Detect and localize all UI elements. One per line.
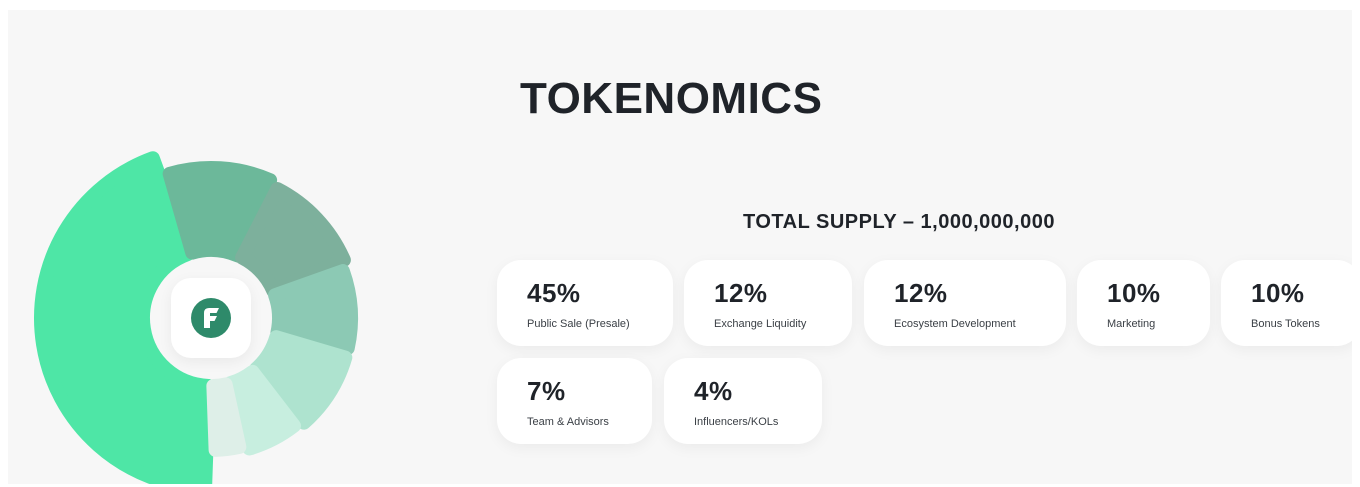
allocation-card: 12% Exchange Liquidity bbox=[684, 260, 852, 346]
brand-f-logo-icon bbox=[191, 298, 231, 338]
allocation-label: Public Sale (Presale) bbox=[527, 318, 630, 330]
total-supply: TOTAL SUPPLY – 1,000,000,000 bbox=[743, 211, 1055, 233]
allocation-percent: 7% bbox=[527, 376, 566, 406]
allocation-percent: 10% bbox=[1107, 278, 1161, 308]
allocation-card: 12% Ecosystem Development bbox=[864, 260, 1066, 346]
allocation-label: Bonus Tokens bbox=[1251, 318, 1320, 330]
allocation-card: 7% Team & Advisors bbox=[497, 358, 652, 444]
allocation-label: Team & Advisors bbox=[527, 416, 609, 428]
allocation-label: Marketing bbox=[1107, 318, 1156, 330]
allocation-label: Ecosystem Development bbox=[894, 318, 1016, 330]
allocation-card: 4% Influencers/KOLs bbox=[664, 358, 822, 444]
allocation-percent: 10% bbox=[1251, 278, 1305, 308]
tokenomics-donut-chart bbox=[34, 151, 358, 484]
tokenomics-section: TOKENOMICS TOTAL SUPPLY – 1,000,000,000 … bbox=[8, 10, 1352, 484]
allocation-card: 10% Bonus Tokens bbox=[1221, 260, 1352, 346]
allocation-percent: 45% bbox=[527, 278, 581, 308]
allocation-percent: 12% bbox=[714, 278, 768, 308]
allocation-percent: 12% bbox=[894, 278, 948, 308]
allocation-percent: 4% bbox=[694, 376, 733, 406]
allocation-card: 10% Marketing bbox=[1077, 260, 1210, 346]
logo-card bbox=[171, 278, 251, 358]
allocation-card: 45% Public Sale (Presale) bbox=[497, 260, 673, 346]
allocation-label: Influencers/KOLs bbox=[694, 416, 779, 428]
allocation-label: Exchange Liquidity bbox=[714, 318, 807, 330]
page-title: TOKENOMICS bbox=[520, 74, 823, 123]
